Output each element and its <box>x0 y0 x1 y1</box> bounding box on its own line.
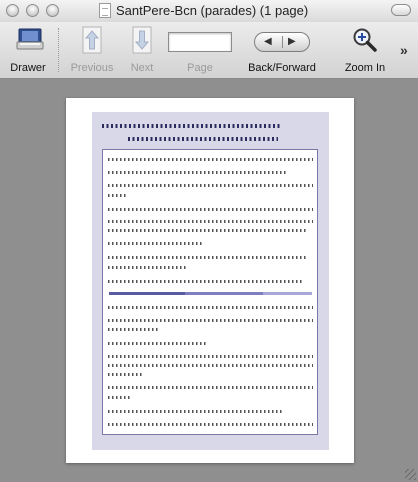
drawer-button[interactable]: Drawer <box>4 22 52 78</box>
previous-label: Previous <box>70 62 114 74</box>
back-forward-label: Back/Forward <box>248 62 316 74</box>
text-line <box>108 208 313 211</box>
drawer-label: Drawer <box>10 62 46 74</box>
toolbar-separator <box>58 28 60 72</box>
zoom-in-button[interactable]: Zoom In <box>336 22 394 78</box>
toolbar-toggle-button[interactable] <box>391 4 411 16</box>
zoom-window-button[interactable] <box>46 4 59 17</box>
page-number-field[interactable] <box>168 32 232 52</box>
page-heading-line <box>128 137 278 141</box>
window-resize-grip[interactable] <box>405 469 416 480</box>
text-line <box>108 280 303 283</box>
text-line <box>108 342 208 345</box>
back-forward-control: ◀ ▶ Back/Forward <box>240 22 324 78</box>
document-proxy-icon[interactable] <box>99 3 111 18</box>
text-line <box>108 319 313 322</box>
text-line <box>108 229 308 232</box>
preview-window: SantPere-Bcn (parades) (1 page) Drawer P… <box>0 0 418 482</box>
drawer-icon <box>16 28 44 50</box>
left-arrow-icon[interactable]: ◀ <box>264 36 272 47</box>
text-line <box>108 364 313 367</box>
pdf-page <box>66 98 354 463</box>
text-line <box>108 171 288 174</box>
section-divider-bar <box>109 292 312 295</box>
page-text-box <box>102 149 318 435</box>
segment-divider <box>282 36 283 48</box>
text-line <box>108 158 313 161</box>
page-heading-line <box>102 124 282 128</box>
previous-button[interactable]: Previous <box>66 22 118 78</box>
text-line <box>108 355 313 358</box>
text-line <box>108 220 313 223</box>
zoom-in-label: Zoom In <box>344 62 386 74</box>
close-window-button[interactable] <box>6 4 19 17</box>
text-line <box>108 266 186 269</box>
text-line <box>108 386 313 389</box>
page-content-panel <box>92 112 329 450</box>
text-line <box>108 306 313 309</box>
text-line <box>108 184 313 187</box>
text-line <box>108 242 203 245</box>
document-view[interactable] <box>0 79 418 482</box>
magnifier-plus-icon <box>353 28 377 52</box>
toolbar-overflow-icon[interactable]: » <box>400 42 408 58</box>
page-label: Page <box>187 62 213 74</box>
text-line <box>108 328 158 331</box>
text-line <box>108 410 283 413</box>
down-arrow-icon <box>132 26 152 54</box>
text-line <box>108 373 144 376</box>
right-arrow-icon[interactable]: ▶ <box>288 36 296 47</box>
up-arrow-icon <box>82 26 102 54</box>
text-line <box>108 256 306 259</box>
text-line <box>108 423 313 426</box>
next-button[interactable]: Next <box>122 22 162 78</box>
toolbar: Drawer Previous Next Page ◀ ▶ Back/Forwa… <box>0 22 418 79</box>
page-control: Page <box>164 22 236 78</box>
next-label: Next <box>130 62 154 74</box>
back-forward-segmented[interactable]: ◀ ▶ <box>254 32 310 52</box>
title-bar: SantPere-Bcn (parades) (1 page) <box>0 0 418 23</box>
minimize-window-button[interactable] <box>26 4 39 17</box>
text-line <box>108 194 126 197</box>
window-title: SantPere-Bcn (parades) (1 page) <box>116 3 309 18</box>
text-line <box>108 396 132 399</box>
